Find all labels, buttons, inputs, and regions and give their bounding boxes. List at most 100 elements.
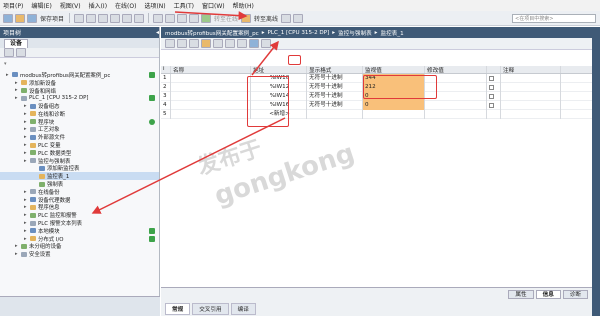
name-cell[interactable]: [171, 100, 251, 110]
compile-icon[interactable]: [153, 13, 164, 23]
save-icon[interactable]: [27, 13, 37, 23]
insert-row-icon[interactable]: [165, 39, 175, 48]
menu-item[interactable]: 插入(I): [89, 1, 107, 10]
tree-item[interactable]: ▸ 在线备份: [0, 188, 159, 196]
column-header[interactable]: 显示格式: [307, 66, 363, 73]
details-view-strip[interactable]: [0, 296, 160, 316]
comment-cell[interactable]: [501, 100, 561, 110]
copy-icon[interactable]: [86, 13, 97, 23]
display-format-cell[interactable]: 无符号十进制: [307, 73, 363, 83]
tree-item[interactable]: ▸ 工艺对象: [0, 126, 159, 133]
menu-item[interactable]: 工具(T): [174, 1, 194, 10]
breadcrumb-item[interactable]: PLC_1 [CPU 315-2 DP]: [268, 30, 330, 36]
tab-info-sub[interactable]: 交叉引用: [192, 303, 229, 315]
monitor-value-cell[interactable]: [363, 109, 425, 119]
simulate-icon[interactable]: [189, 13, 200, 23]
go-online-icon[interactable]: [201, 13, 212, 23]
table-row[interactable]: 5 <新增>: [161, 109, 592, 119]
tree-item[interactable]: ▸ 本地模块: [0, 227, 159, 235]
tree-filter-icon[interactable]: [16, 48, 26, 57]
comment-cell[interactable]: [501, 82, 561, 92]
tree-item[interactable]: ▸ 设备组态: [0, 102, 159, 110]
monitor-value-cell[interactable]: 0: [363, 100, 425, 110]
save-project-button[interactable]: 保存项目: [39, 13, 65, 23]
tab-devices[interactable]: 设备: [4, 39, 29, 48]
tree-item[interactable]: ▸ 外部源文件: [0, 133, 159, 141]
name-cell[interactable]: [171, 91, 251, 101]
cut-icon[interactable]: [74, 13, 85, 23]
monitor-all-icon[interactable]: [249, 39, 259, 48]
row-number[interactable]: 4: [161, 100, 171, 110]
tree-item[interactable]: ▸ PLC_1 [CPU 315-2 DP]: [0, 94, 159, 102]
upload-icon[interactable]: [177, 13, 188, 23]
force-icon[interactable]: [213, 39, 223, 48]
display-format-cell[interactable]: [307, 109, 363, 119]
tree-item[interactable]: 添加新监控表: [0, 165, 159, 172]
add-row-icon[interactable]: [177, 39, 187, 48]
tree-item[interactable]: ▸ PLC 报警文本列表: [0, 219, 159, 227]
display-format-cell[interactable]: 无符号十进制: [307, 91, 363, 101]
name-cell[interactable]: [171, 109, 251, 119]
flag-cell[interactable]: [487, 73, 501, 83]
go-offline-icon[interactable]: [241, 13, 252, 23]
name-cell[interactable]: [171, 73, 251, 83]
tree-item[interactable]: ▸ 安全设置: [0, 250, 159, 258]
go-offline-button[interactable]: 转至离线: [253, 13, 279, 23]
collapse-panel-icon[interactable]: ◂: [156, 29, 159, 36]
tree-item[interactable]: 监控表_1: [0, 172, 159, 180]
column-header[interactable]: 修改值: [425, 66, 487, 73]
breadcrumb-item[interactable]: modbus转profibus网关配置案例_pc: [165, 29, 259, 37]
checkbox[interactable]: [489, 102, 494, 108]
tree-item[interactable]: ▸ PLC 数据类型: [0, 149, 159, 157]
flag-cell[interactable]: [487, 91, 501, 101]
tree-item[interactable]: ▸ PLC 监控和报警: [0, 211, 159, 219]
menu-item[interactable]: 窗口(W): [202, 1, 225, 10]
display-format-icon[interactable]: [225, 39, 235, 48]
tree-item[interactable]: ▸ 程序信息: [0, 204, 159, 211]
column-header[interactable]: 名称: [171, 66, 251, 73]
checkbox[interactable]: [489, 93, 494, 99]
column-header[interactable]: 地址: [251, 66, 307, 73]
row-number[interactable]: 5: [161, 109, 171, 119]
row-number[interactable]: 2: [161, 82, 171, 92]
column-header[interactable]: 注释: [501, 66, 561, 73]
monitor-once-icon[interactable]: [261, 39, 271, 48]
breadcrumb-item[interactable]: 监控表_1: [380, 29, 403, 37]
redo-icon[interactable]: [134, 13, 145, 23]
tree-item[interactable]: ▸ 添加新设备: [0, 79, 159, 87]
split-editor-icon[interactable]: [293, 13, 304, 23]
checkbox[interactable]: [489, 84, 494, 90]
tree-item[interactable]: ▸ 程序块: [0, 118, 159, 126]
new-project-icon[interactable]: [3, 13, 13, 23]
menu-item[interactable]: 视图(V): [60, 1, 81, 10]
flag-cell[interactable]: [487, 100, 501, 110]
task-card-strip[interactable]: [592, 27, 600, 316]
menu-item[interactable]: 项目(P): [3, 1, 23, 10]
comment-cell[interactable]: [501, 91, 561, 101]
tab-inspector[interactable]: 信息: [535, 290, 561, 299]
tab-inspector[interactable]: 属性: [508, 290, 534, 299]
show-modify-column-icon[interactable]: [237, 39, 247, 48]
checkbox[interactable]: [489, 75, 494, 81]
modify-now-icon[interactable]: [201, 39, 211, 48]
tree-item[interactable]: ▸ 分布式 I/O: [0, 235, 159, 243]
tab-info-sub[interactable]: 常规: [165, 303, 191, 315]
search-input[interactable]: <在项目中搜索>: [512, 13, 596, 23]
tree-item[interactable]: ▸ 设备和网络: [0, 87, 159, 94]
display-format-cell[interactable]: 无符号十进制: [307, 100, 363, 110]
tree-item[interactable]: ▸ 监控与强制表: [0, 157, 159, 165]
download-icon[interactable]: [165, 13, 176, 23]
tree-item[interactable]: 强制表: [0, 180, 159, 188]
tree-item[interactable]: ▸ 未分组的设备: [0, 243, 159, 250]
delete-icon[interactable]: [110, 13, 121, 23]
breadcrumb-item[interactable]: 监控与强制表: [338, 29, 372, 37]
menu-item[interactable]: 帮助(H): [233, 1, 254, 10]
tree-item[interactable]: ▸ 在线和诊断: [0, 110, 159, 118]
comment-cell[interactable]: [501, 73, 561, 83]
tree-item[interactable]: ▸ PLC 变量: [0, 141, 159, 149]
modify-value-cell[interactable]: [425, 109, 487, 119]
open-project-icon[interactable]: [15, 13, 25, 23]
menu-item[interactable]: 在线(O): [115, 1, 136, 10]
accessible-devices-icon[interactable]: [281, 13, 292, 23]
flag-cell[interactable]: [487, 109, 501, 119]
